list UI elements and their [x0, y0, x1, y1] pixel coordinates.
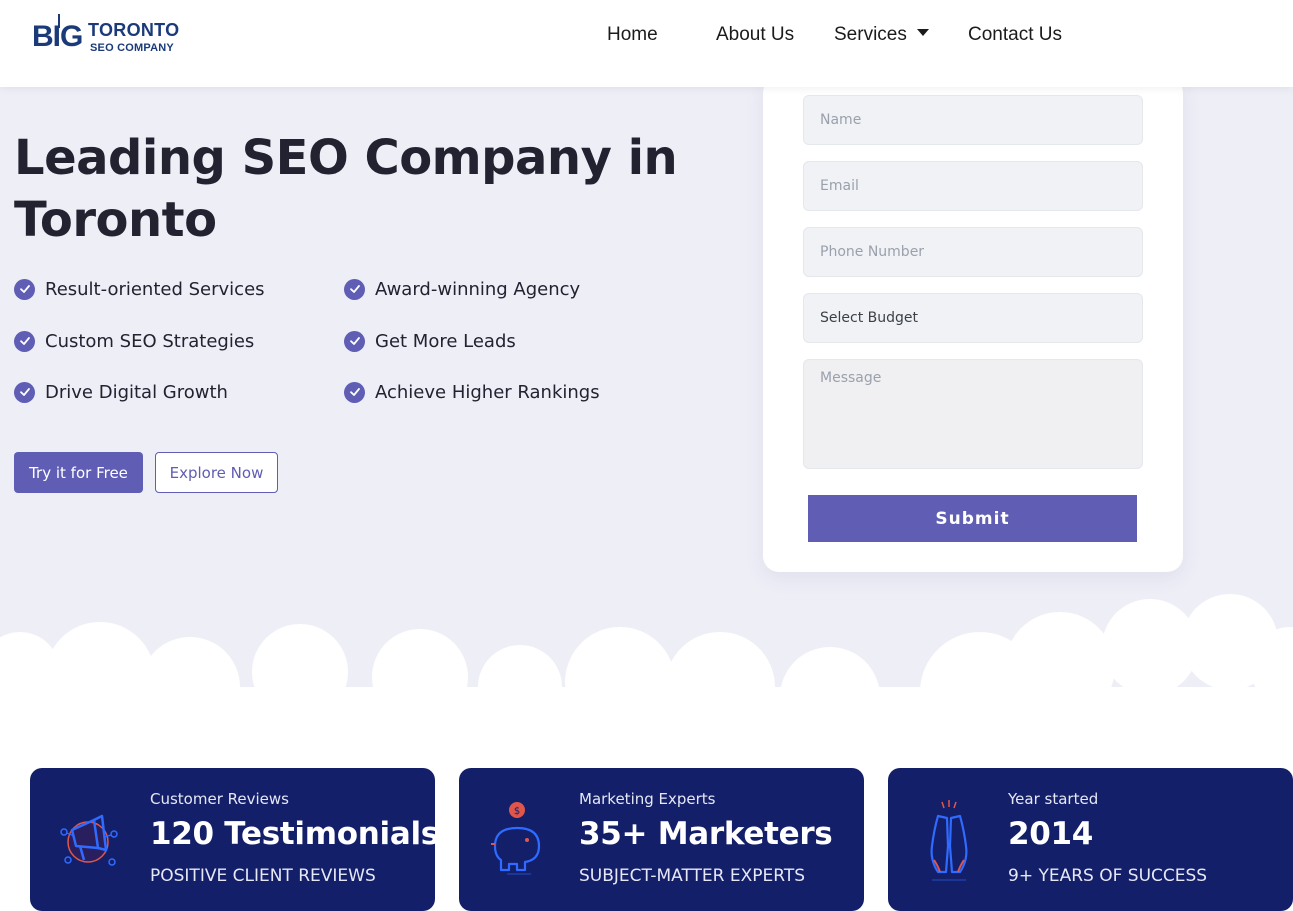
feature-item: Drive Digital Growth	[14, 379, 228, 405]
explore-now-button[interactable]: Explore Now	[155, 452, 278, 493]
check-circle-icon	[344, 330, 365, 352]
stat-subtitle: SUBJECT-MATTER EXPERTS	[579, 866, 806, 886]
logo-bottom-text: SEO COMPANY	[90, 42, 174, 54]
feature-item: Achieve Higher Rankings	[344, 379, 600, 405]
nav-home-link[interactable]: Home	[607, 22, 658, 48]
logo-top-text: TORONTO	[88, 20, 180, 40]
try-free-button[interactable]: Try it for Free	[14, 452, 143, 493]
submit-button[interactable]: Submit	[808, 495, 1137, 542]
megaphone-icon	[60, 814, 118, 866]
message-field[interactable]	[803, 359, 1143, 469]
stat-label: Marketing Experts	[579, 790, 716, 808]
feature-label: Custom SEO Strategies	[45, 330, 255, 352]
feature-item: Award-winning Agency	[344, 276, 580, 302]
nav-services-label: Services	[834, 24, 907, 45]
feature-label: Get More Leads	[375, 330, 516, 352]
phone-field[interactable]	[803, 227, 1143, 277]
company-logo[interactable]: BIG TORONTO SEO COMPANY	[32, 14, 192, 58]
high-five-icon	[930, 800, 968, 881]
stat-subtitle: 9+ YEARS OF SUCCESS	[1008, 866, 1208, 886]
stat-subtitle: POSITIVE CLIENT REVIEWS	[150, 866, 376, 886]
site-header: BIG TORONTO SEO COMPANY Home About Us Se…	[0, 0, 1293, 87]
feature-item: Result-oriented Services	[14, 276, 265, 302]
feature-label: Result-oriented Services	[45, 278, 265, 300]
stat-label: Year started	[1008, 790, 1099, 808]
budget-select[interactable]: Select Budget	[803, 293, 1143, 343]
stat-value: 2014	[1008, 816, 1094, 852]
email-field[interactable]	[803, 161, 1143, 211]
check-circle-icon	[14, 278, 35, 300]
check-circle-icon	[344, 278, 365, 300]
hero-section: Leading SEO Company in Toronto Result-or…	[0, 77, 1293, 747]
logo-big-text: BIG	[32, 20, 83, 53]
feature-label: Achieve Higher Rankings	[375, 381, 600, 403]
hero-title: Leading SEO Company in Toronto	[14, 130, 678, 248]
contact-form-card: Select Budget Submit	[763, 77, 1183, 572]
feature-item: Custom SEO Strategies	[14, 328, 254, 354]
svg-text:$: $	[514, 806, 520, 817]
check-circle-icon	[14, 330, 35, 352]
nav-contact-link[interactable]: Contact Us	[968, 22, 1062, 48]
caret-down-icon	[916, 29, 929, 36]
stat-card-year: Year started 2014 9+ YEARS OF SUCCESS	[888, 768, 1293, 911]
name-field[interactable]	[803, 95, 1143, 145]
piggy-bank-icon: $	[491, 802, 541, 875]
feature-label: Drive Digital Growth	[45, 381, 228, 403]
nav-about-link[interactable]: About Us	[716, 22, 794, 48]
check-circle-icon	[344, 381, 365, 403]
feature-label: Award-winning Agency	[375, 278, 581, 300]
stat-card-reviews: Customer Reviews 120 Testimonials POSITI…	[30, 768, 439, 911]
stat-label: Customer Reviews	[150, 790, 289, 808]
check-circle-icon	[14, 381, 35, 403]
feature-item: Get More Leads	[344, 328, 516, 354]
stat-value: 35+ Marketers	[579, 816, 833, 852]
nav-services-dropdown[interactable]: Services	[834, 22, 929, 48]
stat-card-marketers: $ Marketing Experts 35+ Marketers SUBJEC…	[459, 768, 864, 911]
stat-value: 120 Testimonials	[150, 816, 439, 852]
